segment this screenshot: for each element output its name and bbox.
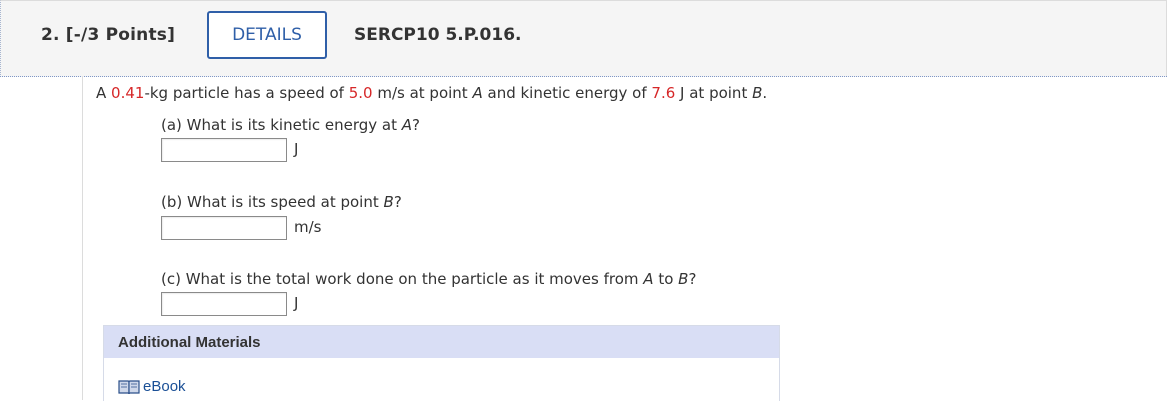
problem-id: SERCP10 5.P.016. bbox=[354, 25, 522, 45]
part-c-unit: J bbox=[294, 294, 299, 312]
question-header: 2. [-/3 Points] DETAILS SERCP10 5.P.016. bbox=[0, 0, 1167, 77]
question-stem: A 0.41-kg particle has a speed of 5.0 m/… bbox=[96, 84, 768, 102]
ebook-label: eBook bbox=[143, 378, 186, 395]
given-energy: 7.6 bbox=[651, 84, 676, 102]
part-b-label: (b) What is its speed at point B? bbox=[161, 193, 402, 211]
part-c-answer-input[interactable] bbox=[161, 292, 287, 316]
part-a-unit: J bbox=[294, 140, 299, 158]
part-b-unit: m/s bbox=[294, 218, 322, 236]
part-b-answer-input[interactable] bbox=[161, 216, 287, 240]
question-body: A 0.41-kg particle has a speed of 5.0 m/… bbox=[82, 76, 1167, 401]
additional-materials-panel: Additional Materials eBook bbox=[103, 325, 780, 401]
additional-materials-title: Additional Materials bbox=[104, 326, 779, 358]
ebook-link[interactable]: eBook bbox=[118, 378, 186, 395]
given-mass: 0.41 bbox=[111, 84, 145, 102]
book-icon bbox=[118, 379, 140, 394]
details-button[interactable]: DETAILS bbox=[207, 11, 327, 59]
part-a-label: (a) What is its kinetic energy at A? bbox=[161, 116, 420, 134]
part-c-label: (c) What is the total work done on the p… bbox=[161, 270, 697, 288]
given-speed: 5.0 bbox=[348, 84, 373, 102]
part-a-answer-input[interactable] bbox=[161, 138, 287, 162]
question-points-title: 2. [-/3 Points] bbox=[41, 25, 176, 45]
